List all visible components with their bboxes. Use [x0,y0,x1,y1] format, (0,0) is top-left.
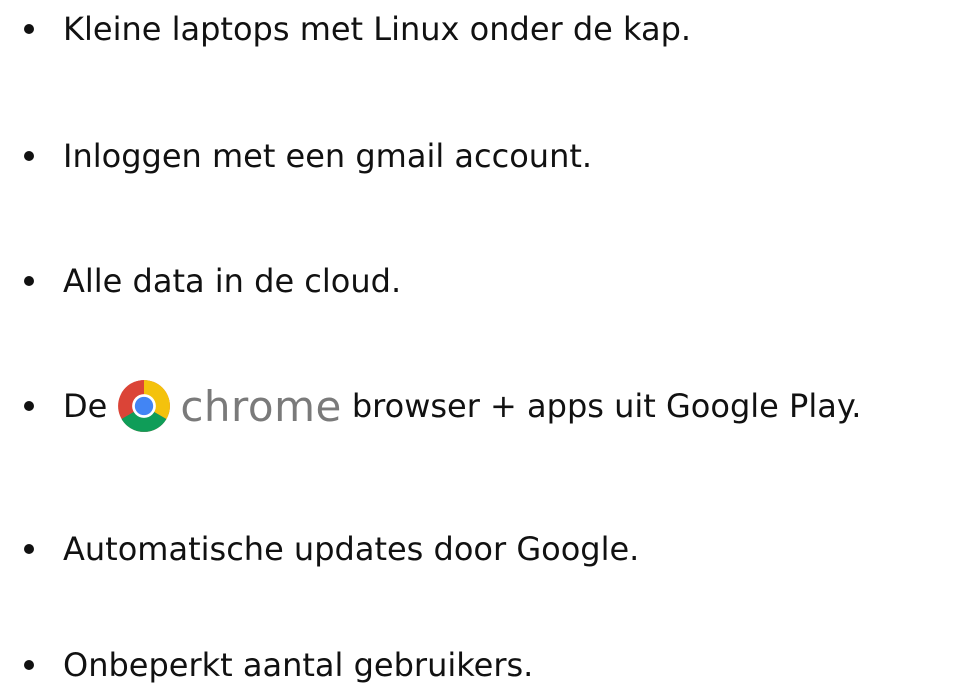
slide: Kleine laptops met Linux onder de kap. I… [0,0,970,691]
bullet-item: Alle data in de cloud. [24,256,401,306]
bullet-item: Automatische updates door Google. [24,524,639,574]
chrome-wordmark: chrome [180,381,342,431]
bullet-text: Automatische updates door Google. [63,530,640,568]
bullet-dot [24,276,34,286]
chrome-icon [117,379,171,433]
bullet-text: Onbeperkt aantal gebruikers. [63,646,534,684]
bullet-item: Onbeperkt aantal gebruikers. [24,640,533,690]
bullet-text: Kleine laptops met Linux onder de kap. [63,10,692,48]
bullet-item: Kleine laptops met Linux onder de kap. [24,4,691,54]
bullet-item: De chrome browser + apps uit Google Play… [24,379,862,433]
bullet-suffix: browser + apps uit Google Play. [351,387,862,425]
bullet-dot [24,544,34,554]
bullet-dot [24,660,34,670]
bullet-dot [24,24,34,34]
bullet-dot [24,401,34,411]
bullet-text: Alle data in de cloud. [63,262,402,300]
bullet-text: Inloggen met een gmail account. [63,137,593,175]
bullet-prefix: De [63,387,108,425]
bullet-dot [24,151,34,161]
bullet-item: Inloggen met een gmail account. [24,131,592,181]
